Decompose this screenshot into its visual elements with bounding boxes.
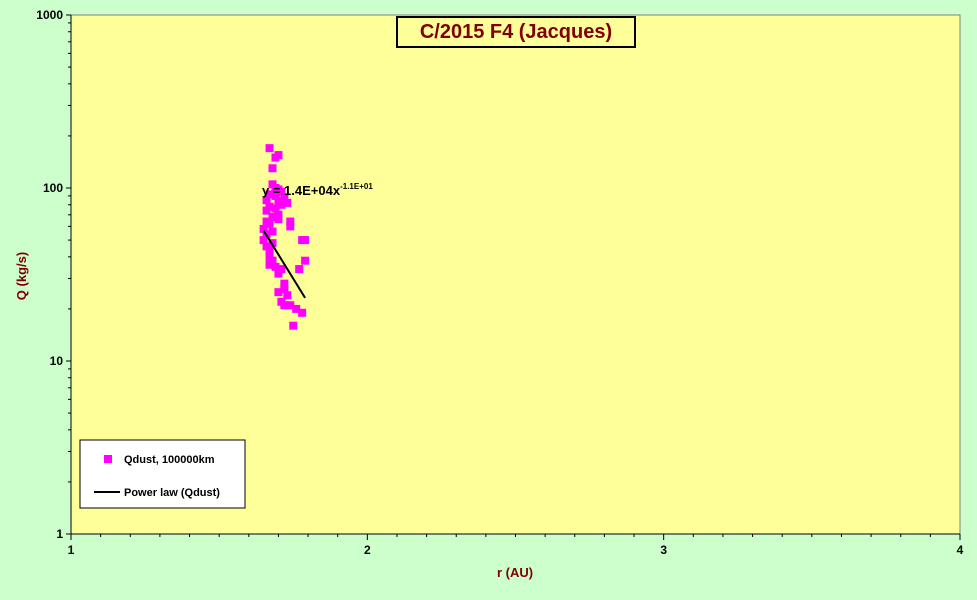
legend-marker-qdust <box>104 455 112 463</box>
data-point <box>274 215 283 224</box>
data-point <box>289 321 298 330</box>
y-tick-label: 10 <box>50 354 64 368</box>
data-point <box>286 222 295 231</box>
data-point <box>295 265 304 274</box>
equation-base: y = 1.4E+04x <box>262 183 341 198</box>
y-tick-label: 1 <box>56 527 63 541</box>
x-tick-label: 1 <box>68 543 75 557</box>
x-tick-label: 3 <box>660 543 667 557</box>
chart-svg: 1 10 100 1000 1 2 3 4 y = 1.4E+04x-1.1E+01 r (A… <box>14 8 964 580</box>
equation-exponent: -1.1E+01 <box>340 182 373 191</box>
data-point <box>268 164 277 173</box>
legend: Qdust, 100000km Power law (Qdust) <box>79 439 246 509</box>
x-tick-label: 2 <box>364 543 371 557</box>
legend-label-qdust: Qdust, 100000km <box>124 454 215 466</box>
data-point <box>274 151 283 160</box>
y-axis-title: Q (kg/s) <box>14 252 29 300</box>
x-axis-title: r (AU) <box>497 565 533 580</box>
x-tick-label: 4 <box>957 543 964 557</box>
data-point <box>274 288 283 297</box>
y-tick-label: 100 <box>43 181 63 195</box>
y-tick-label: 1000 <box>36 8 63 22</box>
data-point <box>265 144 274 153</box>
legend-label-powerlaw: Power law (Qdust) <box>124 487 220 499</box>
data-point <box>301 256 310 265</box>
chart-root: 1 10 100 1000 1 2 3 4 y = 1.4E+04x-1.1E+01 r (A… <box>0 0 977 600</box>
data-point <box>265 245 274 254</box>
chart-title: C/2015 F4 (Jacques) <box>396 16 636 48</box>
data-point <box>298 308 307 317</box>
data-point <box>274 269 283 278</box>
data-point <box>301 236 310 245</box>
